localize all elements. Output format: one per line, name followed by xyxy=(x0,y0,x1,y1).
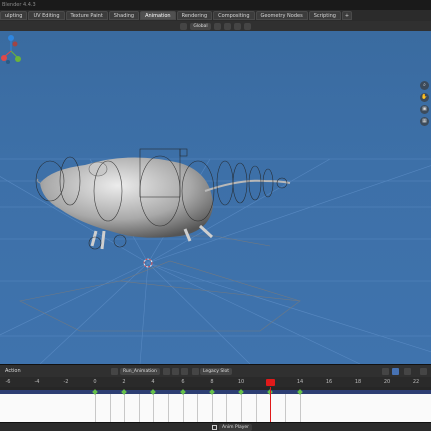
tick-label: 20 xyxy=(383,379,391,385)
tick-label: -4 xyxy=(34,379,40,385)
frame-gridline xyxy=(212,394,213,423)
tick-label: 4 xyxy=(151,379,155,385)
filter-icon[interactable] xyxy=(382,368,389,375)
proportional-edit-icon[interactable] xyxy=(233,22,241,30)
navigation-gizmo[interactable] xyxy=(0,31,22,71)
viewport-header: Global xyxy=(0,21,431,31)
title-bar: Blender 4.4.3 xyxy=(0,0,431,10)
new-action-icon[interactable] xyxy=(172,368,179,375)
snap-icon[interactable] xyxy=(213,22,221,30)
frame-gridline xyxy=(110,394,111,423)
only-selected-icon[interactable] xyxy=(392,368,399,375)
tick-label: 0 xyxy=(93,379,97,385)
perspective-grid-icon[interactable]: ▦ xyxy=(420,117,429,126)
pan-hand-icon[interactable]: ✋ xyxy=(420,93,429,102)
action-name-field[interactable]: Run_Animation xyxy=(120,368,160,375)
tick-label: 16 xyxy=(325,379,333,385)
falloff-icon[interactable] xyxy=(243,22,251,30)
tab-scripting[interactable]: Scripting xyxy=(308,11,341,20)
keyframe[interactable] xyxy=(92,389,98,395)
tick-label: -2 xyxy=(63,379,69,385)
tab-sculpting[interactable]: ulpting xyxy=(0,11,28,20)
timeline-header: Action Run_Animation Legacy Slot xyxy=(0,365,431,377)
proportional-icon[interactable] xyxy=(420,368,427,375)
zoom-icon[interactable]: ⌕ xyxy=(420,81,429,90)
tick-label: 10 xyxy=(237,379,245,385)
keyframe-row xyxy=(0,389,431,398)
transform-pivot-icon[interactable] xyxy=(180,22,188,30)
frame-gridline xyxy=(168,394,169,423)
frame-gridline xyxy=(183,394,184,423)
status-message: Anim Player xyxy=(219,424,252,431)
snapping-icon[interactable] xyxy=(404,368,411,375)
frame-gridline xyxy=(95,394,96,423)
3d-viewport[interactable]: ⌕ ✋ ▣ ▦ xyxy=(0,31,431,364)
keyframe[interactable] xyxy=(180,389,186,395)
editor-mode-label[interactable]: Action xyxy=(5,368,21,374)
orientation-dropdown[interactable]: Global xyxy=(190,22,211,30)
tick-label: 6 xyxy=(181,379,185,385)
fake-user-icon[interactable] xyxy=(163,368,170,375)
frame-gridline xyxy=(241,394,242,423)
frame-gridline xyxy=(124,394,125,423)
viewport-scene xyxy=(0,148,431,364)
add-workspace-button[interactable]: + xyxy=(341,11,353,20)
camera-view-icon[interactable]: ▣ xyxy=(420,105,429,114)
keyframe[interactable] xyxy=(121,389,127,395)
tab-compositing[interactable]: Compositing xyxy=(213,11,255,20)
frame-gridline xyxy=(256,394,257,423)
snap-target-icon[interactable] xyxy=(223,22,231,30)
frame-gridline xyxy=(139,394,140,423)
keyframe[interactable] xyxy=(297,389,303,395)
dopesheet-channels[interactable] xyxy=(0,394,431,423)
tab-texture-paint[interactable]: Texture Paint xyxy=(65,11,108,20)
action-browse-icon[interactable] xyxy=(111,368,118,375)
unlink-action-icon[interactable] xyxy=(181,368,188,375)
tab-shading[interactable]: Shading xyxy=(108,11,140,20)
frame-gridline xyxy=(226,394,227,423)
playhead-line[interactable] xyxy=(270,387,271,423)
tab-animation[interactable]: Animation xyxy=(140,11,176,20)
tick-label: 18 xyxy=(354,379,362,385)
window-title: Blender 4.4.3 xyxy=(2,2,36,8)
frame-gridline xyxy=(300,394,301,423)
timeline-editor[interactable]: Action Run_Animation Legacy Slot -6 -4 -… xyxy=(0,364,431,423)
tick-label: 2 xyxy=(122,379,126,385)
keyframe[interactable] xyxy=(150,389,156,395)
tick-label: 8 xyxy=(210,379,214,385)
frame-gridline xyxy=(197,394,198,423)
tab-rendering[interactable]: Rendering xyxy=(176,11,213,20)
keyframe[interactable] xyxy=(209,389,215,395)
slot-name-field[interactable]: Legacy Slot xyxy=(200,368,233,375)
tick-label: 22 xyxy=(412,379,420,385)
armature-outline xyxy=(19,235,301,332)
keyframe[interactable] xyxy=(238,389,244,395)
mouse-icon xyxy=(212,425,217,430)
tab-uv-editing[interactable]: UV Editing xyxy=(28,11,65,20)
frame-gridline xyxy=(285,394,286,423)
current-frame-marker[interactable] xyxy=(266,379,275,386)
frame-ruler[interactable]: -6 -4 -2 0 2 4 6 8 10 12 14 16 18 20 22 xyxy=(0,377,431,387)
tab-geometry-nodes[interactable]: Geometry Nodes xyxy=(255,11,308,20)
workspace-tabs: ulpting UV Editing Texture Paint Shading… xyxy=(0,10,431,21)
slot-browse-icon[interactable] xyxy=(192,368,199,375)
status-bar: Anim Player xyxy=(0,422,431,431)
tick-label: -6 xyxy=(5,379,11,385)
tick-label: 14 xyxy=(296,379,304,385)
frame-gridline xyxy=(153,394,154,423)
